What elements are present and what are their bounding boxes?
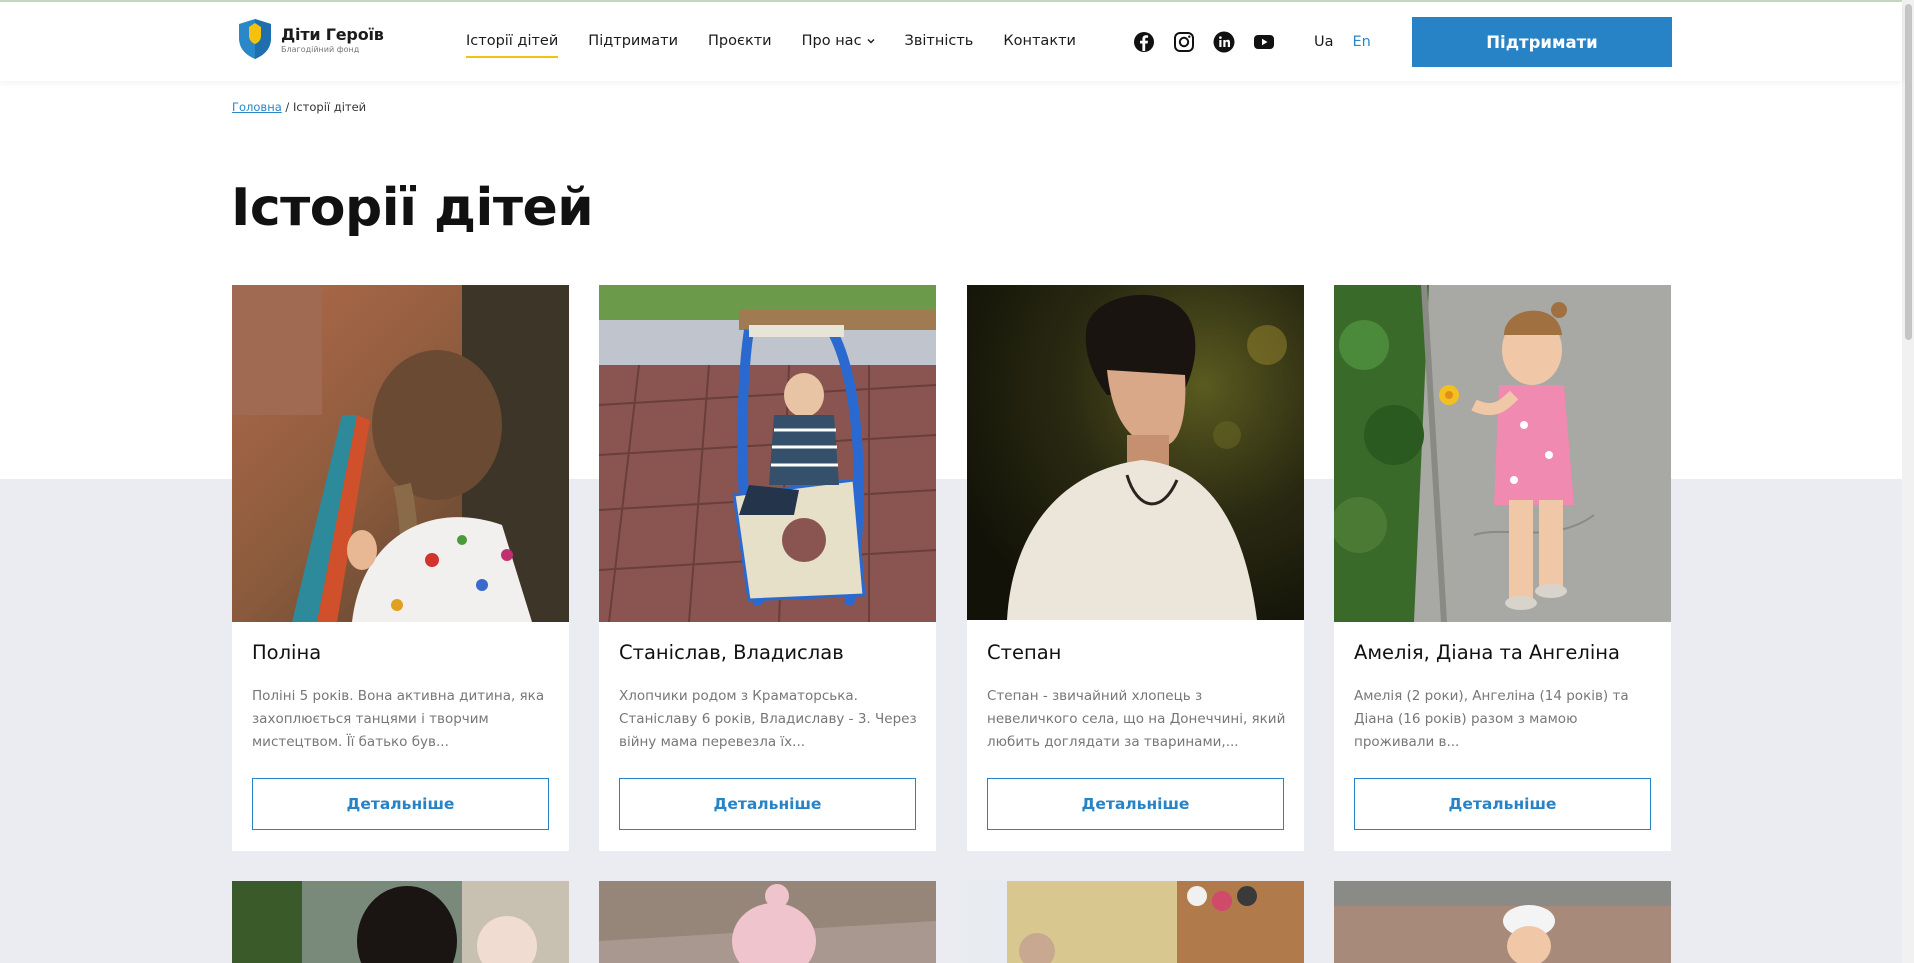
nav-item-about-label: Про нас [801, 33, 862, 49]
logo-title: Діти Героїв [281, 24, 384, 44]
language-switcher: Ua En [1314, 34, 1371, 50]
story-card [232, 881, 569, 963]
photo-image [1334, 285, 1671, 622]
story-card: Степан Степан - звичайний хлопець з неве… [967, 285, 1304, 851]
story-photo-polina[interactable] [232, 285, 569, 622]
story-card-title: Степан [987, 641, 1062, 664]
logo[interactable]: Діти Героїв Благодійний фонд [237, 18, 384, 60]
story-card-description: Хлопчики родом з Краматорська. Станіслав… [619, 688, 917, 750]
story-photo[interactable] [599, 881, 936, 963]
site-header: Діти Героїв Благодійний фонд Історії діт… [0, 2, 1902, 81]
story-card-description: Амелія (2 роки), Ангеліна (14 років) та … [1354, 688, 1629, 750]
story-card-title: Станіслав, Владислав [619, 641, 844, 664]
story-photo[interactable] [1334, 881, 1671, 963]
details-button[interactable]: Детальніше [987, 778, 1284, 830]
story-card-description: Степан - звичайний хлопець з невеличкого… [987, 688, 1286, 750]
main-nav: Історії дітей Підтримати Проєкти Про нас… [466, 33, 1106, 58]
support-button[interactable]: Підтримати [1412, 17, 1672, 67]
youtube-icon[interactable] [1252, 30, 1276, 54]
details-button[interactable]: Детальніше [1354, 778, 1651, 830]
lang-en-link[interactable]: En [1353, 34, 1371, 50]
story-photo[interactable] [232, 881, 569, 963]
story-photo-amelia-diana-angelina[interactable] [1334, 285, 1671, 622]
breadcrumb-separator: / [281, 100, 293, 114]
shield-logo-icon [239, 19, 271, 59]
photo-image [599, 285, 936, 622]
details-button[interactable]: Детальніше [619, 778, 916, 830]
chevron-down-icon [867, 39, 875, 44]
nav-item-reports[interactable]: Звітність [905, 33, 974, 49]
page-title: Історії дітей [231, 178, 594, 238]
social-links [1132, 30, 1276, 54]
story-card: Станіслав, Владислав Хлопчики родом з Кр… [599, 285, 936, 851]
nav-item-projects[interactable]: Проєкти [708, 33, 772, 49]
details-button[interactable]: Детальніше [252, 778, 549, 830]
instagram-icon[interactable] [1172, 30, 1196, 54]
photo-image [232, 285, 569, 622]
nav-item-stories[interactable]: Історії дітей [466, 33, 559, 58]
story-card: Амелія, Діана та Ангеліна Амелія (2 роки… [1334, 285, 1671, 851]
facebook-icon[interactable] [1132, 30, 1156, 54]
lang-ua-link[interactable]: Ua [1314, 34, 1334, 50]
linkedin-icon[interactable] [1212, 30, 1236, 54]
story-card: Поліна Поліні 5 років. Вона активна дити… [232, 285, 569, 851]
logo-subtitle: Благодійний фонд [281, 44, 360, 54]
breadcrumb: Головна / Історії дітей [232, 100, 366, 114]
scrollbar-thumb[interactable] [1905, 4, 1912, 340]
story-photo-stanislav-vladyslav[interactable] [599, 285, 936, 622]
story-card-title: Амелія, Діана та Ангеліна [1354, 641, 1620, 664]
breadcrumb-current: Історії дітей [292, 100, 367, 114]
story-card-description: Поліні 5 років. Вона активна дитина, яка… [252, 688, 545, 750]
story-card [1334, 881, 1671, 963]
story-photo-stepan[interactable] [967, 285, 1304, 620]
nav-item-support[interactable]: Підтримати [588, 33, 678, 49]
photo-image [967, 285, 1304, 620]
story-card [599, 881, 936, 963]
breadcrumb-home-link[interactable]: Головна [232, 100, 282, 114]
nav-item-about[interactable]: Про нас [802, 33, 875, 49]
story-photo[interactable] [967, 881, 1304, 963]
nav-item-contacts[interactable]: Контакти [1003, 33, 1076, 49]
story-card [967, 881, 1304, 963]
story-card-title: Поліна [252, 641, 322, 664]
